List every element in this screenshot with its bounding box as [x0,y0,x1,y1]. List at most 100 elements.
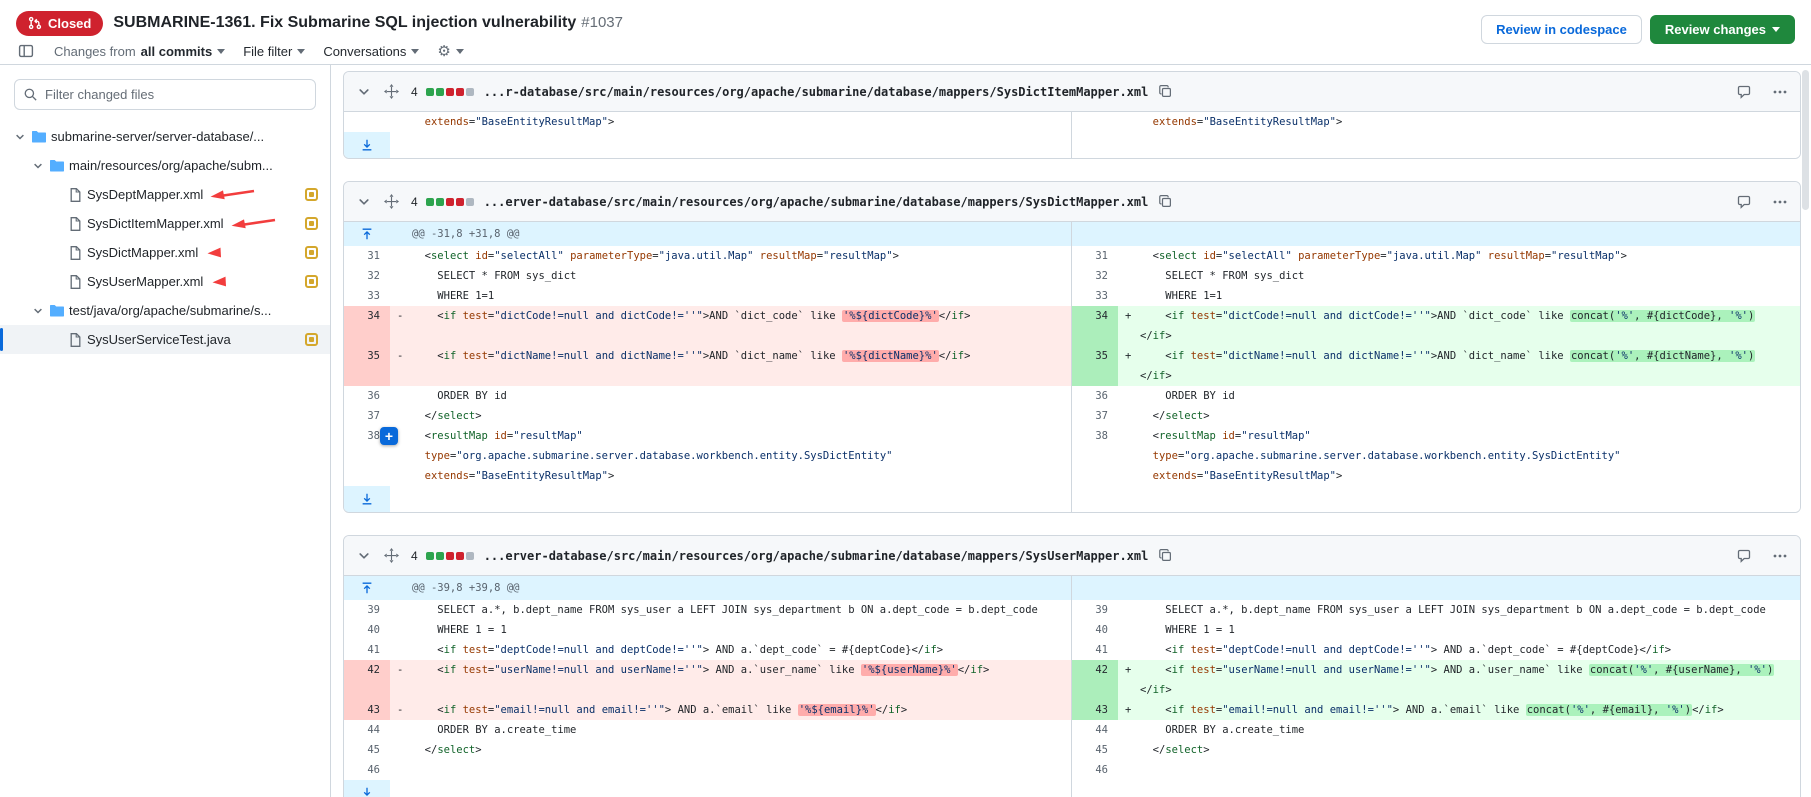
code-line-new: + <if test="dictName!=null and dictName!… [1118,346,1800,386]
diff-row: 41 <if test="deptCode!=null and deptCode… [344,640,1800,660]
folder-icon [47,158,66,174]
expand-gutter [344,486,390,512]
line-number-new: 35 [1072,346,1118,386]
expand-down-button[interactable] [344,486,390,512]
chevron-down-icon [217,49,225,58]
tree-file-sysdictitemmapper-xml[interactable]: SysDictItemMapper.xml [0,209,330,238]
code-line-old: WHERE 1 = 1 [390,620,1072,640]
line-number-old: 35 [344,346,390,386]
file-icon [65,274,84,290]
code-line-old: - <if test="dictCode!=null and dictCode!… [390,306,1072,346]
kebab-icon [1772,194,1788,210]
changed-text: concat('%', #{userName}, '%') [1589,664,1774,676]
expand-down-button[interactable] [344,780,390,797]
diffstat-block-add [436,88,444,96]
expand-context-button[interactable] [358,225,376,243]
drag-handle[interactable] [382,82,401,101]
tree-item-label: SysDeptMapper.xml [87,187,203,202]
annotation-arrow [209,188,255,201]
copy-path-button[interactable] [1156,546,1175,565]
diff-settings-dropdown[interactable]: ⚙ [437,44,463,59]
tree-folder-main-resources-org-apache-subm[interactable]: main/resources/org/apache/subm... [0,151,330,180]
kebab-icon [1772,548,1788,564]
diff-file-header: 4...erver-database/src/main/resources/or… [344,182,1800,222]
chevron-down-icon [32,305,44,317]
filter-changed-files-input[interactable] [14,79,316,110]
comment-button[interactable] [1734,192,1754,212]
diff-row: 39 SELECT a.*, b.dept_name FROM sys_user… [344,600,1800,620]
file-filter-dropdown[interactable]: File filter [243,44,305,59]
code-line-new: WHERE 1=1 [1118,286,1800,306]
chevron-down-icon [14,131,26,143]
tree-file-sysusermapper-xml[interactable]: SysUserMapper.xml [0,267,330,296]
line-number-old: 42 [344,660,390,700]
collapse-file-button[interactable] [354,192,374,212]
tree-folder-submarine-server-server-database[interactable]: submarine-server/server-database/... [0,122,330,151]
chevron-down-icon[interactable] [28,305,47,317]
tree-file-sysdeptmapper-xml[interactable]: SysDeptMapper.xml [0,180,330,209]
copy-path-button[interactable] [1156,82,1175,101]
code-line-old: ORDER BY id [390,386,1072,406]
conversations-dropdown[interactable]: Conversations [323,44,419,59]
pr-header: Closed SUBMARINE-1361. Fix Submarine SQL… [0,0,1811,65]
collapse-file-button[interactable] [354,546,374,566]
file-menu-button[interactable] [1770,546,1790,566]
annotation-arrow-icon [204,246,222,259]
code-line-new: + <if test="dictCode!=null and dictCode!… [1118,306,1800,346]
expand-spacer [390,780,1072,797]
diffstat-block-del [456,198,464,206]
review-in-codespace-button[interactable]: Review in codespace [1481,15,1642,44]
chevron-down-icon[interactable] [10,131,29,143]
addition-sign: + [1125,700,1131,720]
annotation-arrow-icon [209,275,227,288]
line-number-new: 45 [1072,740,1118,760]
chevron-down-icon [456,49,464,58]
file-menu-button[interactable] [1770,192,1790,212]
code-line-old: <select id="selectAll" parameterType="ja… [390,246,1072,266]
code-line-new: <resultMap id="resultMap" type="org.apac… [1118,426,1800,486]
tree-file-sysdictmapper-xml[interactable]: SysDictMapper.xml [0,238,330,267]
collapse-file-button[interactable] [354,82,374,102]
review-changes-button[interactable]: Review changes [1650,15,1795,44]
scrollbar-thumb[interactable] [1802,70,1809,210]
drag-move-icon [384,548,399,563]
changed-text: '%${email}%' [798,704,876,716]
drag-handle[interactable] [382,546,401,565]
chevron-down-icon[interactable] [28,160,47,172]
changes-from-dropdown[interactable]: Changes from all commits [54,44,225,59]
sidebar-toggle-button[interactable] [16,41,36,61]
code-line-old: WHERE 1=1 [390,286,1072,306]
file-icon [67,274,83,290]
modified-file-icon [305,333,318,346]
diff-row: 31 <select id="selectAll" parameterType=… [344,246,1800,266]
diff-row: 38+ <resultMap id="resultMap" type="org.… [344,426,1800,486]
copy-path-button[interactable] [1156,192,1175,211]
hunk-spacer [1118,222,1800,246]
changed-text: '%${dictCode}%' [842,310,939,322]
folder-icon [31,129,47,145]
expand-context-button[interactable] [358,579,376,597]
page-scrollbar[interactable] [1801,66,1810,797]
drag-handle[interactable] [382,192,401,211]
file-menu-button[interactable] [1770,82,1790,102]
comment-button[interactable] [1734,82,1754,102]
annotation-arrow [230,217,276,230]
comment-button[interactable] [1734,546,1754,566]
expand-down-button[interactable] [344,132,390,158]
add-comment-button[interactable]: + [380,427,398,445]
tree-folder-test-java-org-apache-submarine-s[interactable]: test/java/org/apache/submarine/s... [0,296,330,325]
chevron-down-icon [297,49,305,58]
diff-file-sysdictitemmapper-xml: 4...r-database/src/main/resources/org/ap… [343,71,1801,159]
changed-text: '%${userName}%' [861,664,958,676]
expand-down-icon [360,786,374,797]
diff-file-sysusermapper-xml: 4...erver-database/src/main/resources/or… [343,535,1801,797]
hunk-gutter [344,222,390,246]
modified-file-icon [305,275,318,288]
tree-file-sysuserservicetest-java[interactable]: SysUserServiceTest.java [0,325,330,354]
expand-gutter [344,132,390,158]
diffstat-block-add [426,552,434,560]
hunk-header: @@ -39,8 +39,8 @@ [344,576,1800,600]
expand-spacer [1118,486,1800,512]
diff-file-header: 4...erver-database/src/main/resources/or… [344,536,1800,576]
line-number-new: 34 [1072,306,1118,346]
